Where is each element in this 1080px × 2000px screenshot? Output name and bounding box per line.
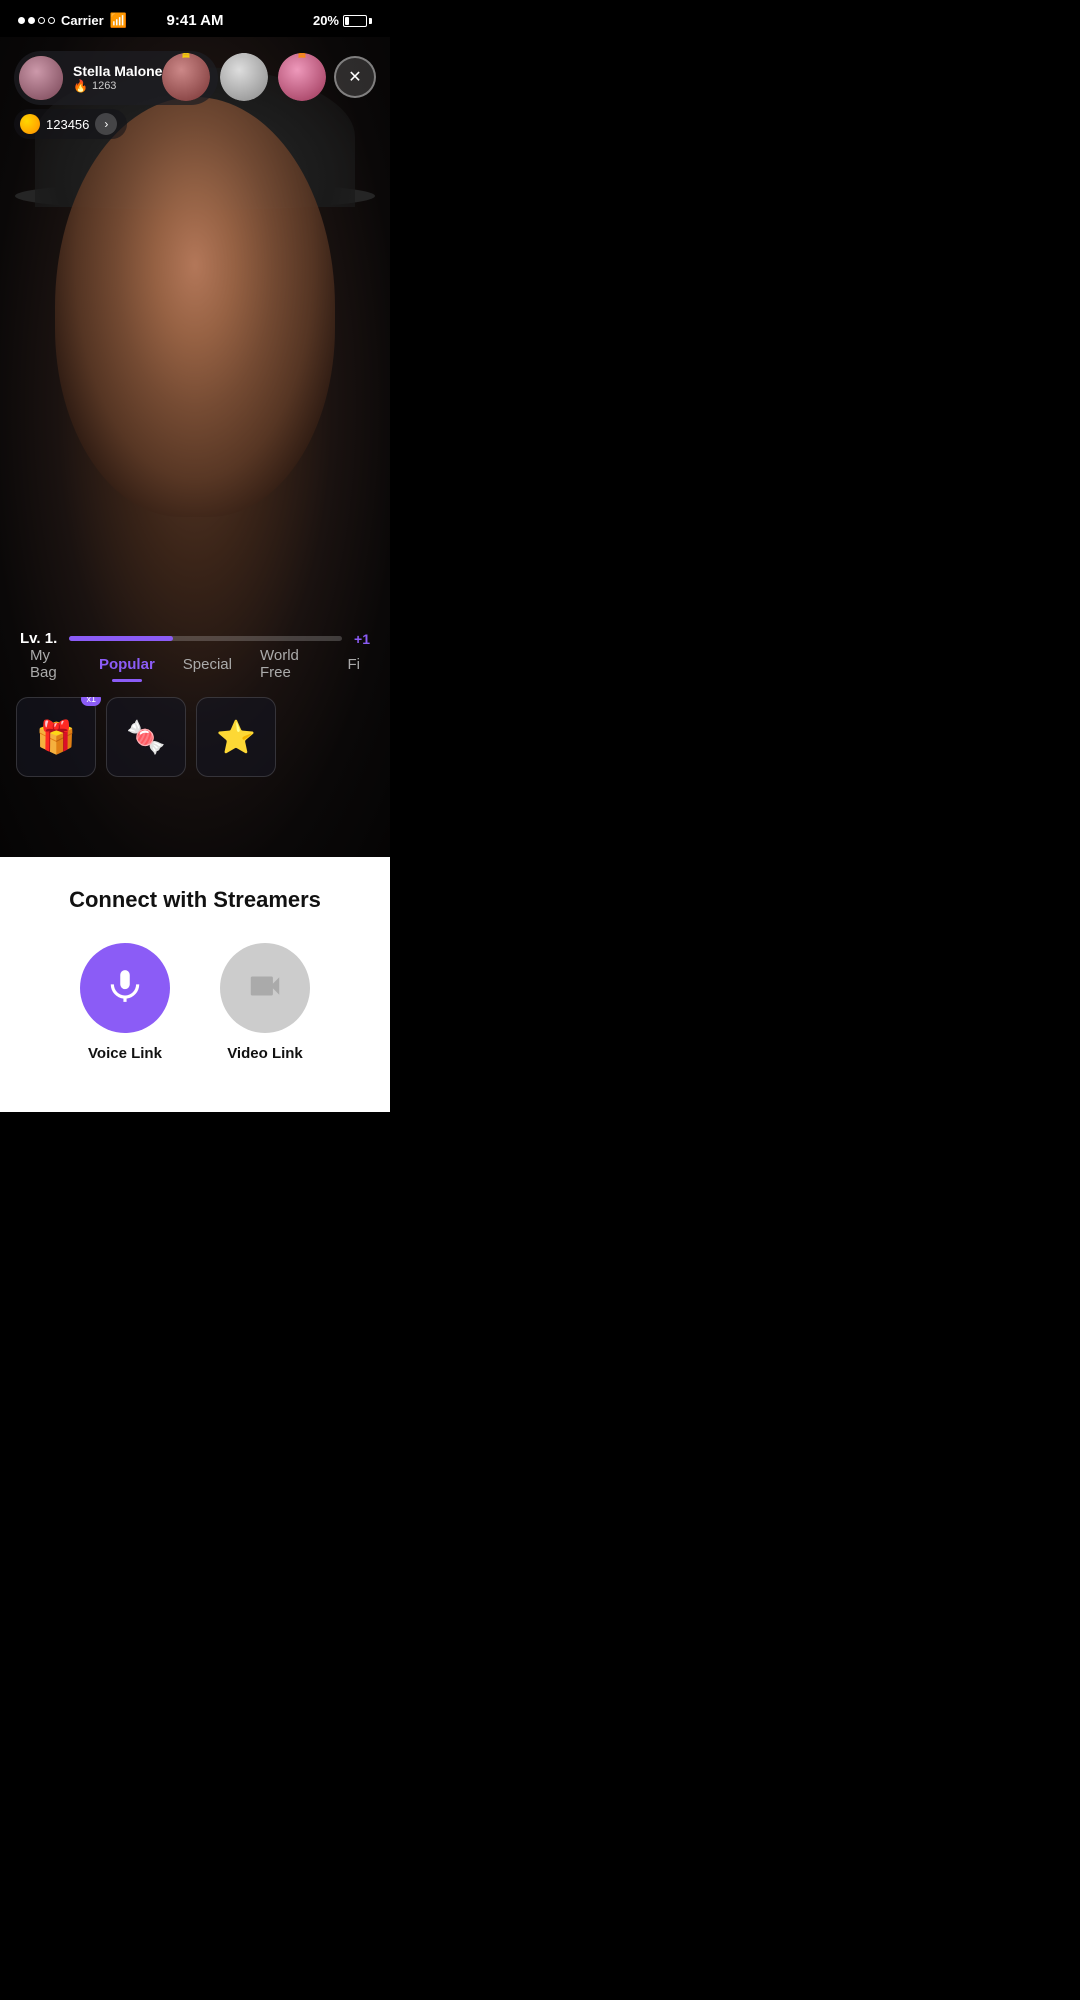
microphone-icon xyxy=(106,967,144,1010)
status-right: 20% xyxy=(313,13,372,28)
tab-popular[interactable]: Popular xyxy=(85,650,169,679)
signal-icon xyxy=(18,17,55,24)
gift-badge-1: x1 xyxy=(81,697,101,706)
tab-my-bag[interactable]: My Bag xyxy=(16,641,85,687)
tab-fi[interactable]: Fi xyxy=(334,650,375,679)
gift-item-2[interactable]: 🍬 xyxy=(106,697,186,777)
viewer-avatar-1[interactable]: ♛ xyxy=(160,51,212,103)
carrier-label: Carrier xyxy=(61,13,104,28)
connect-buttons: Voice Link Video Link xyxy=(20,933,370,1072)
fire-icon: 🔥 xyxy=(73,79,88,93)
coins-arrow-icon[interactable]: › xyxy=(95,113,117,135)
viewer-avatar-3[interactable]: ♛ xyxy=(276,51,328,103)
gift-items-row: 🎁 x1 🍬 ⭐ xyxy=(0,697,390,777)
gift-item-3[interactable]: ⭐ xyxy=(196,697,276,777)
coins-amount: 123456 xyxy=(46,117,89,132)
video-link-label: Video Link xyxy=(227,1045,303,1062)
crown-silver-icon: ♛ xyxy=(237,51,251,63)
gift-emoji-2: 🍬 xyxy=(126,718,166,756)
coins-display[interactable]: 123456 › xyxy=(14,109,127,139)
tab-special[interactable]: Special xyxy=(169,650,246,679)
status-left: Carrier 📶 xyxy=(18,12,127,29)
crown-bronze-icon: ♛ xyxy=(295,51,309,63)
tab-world-free[interactable]: World Free xyxy=(246,641,334,687)
viewer-avatar-2[interactable]: ♛ xyxy=(218,51,270,103)
connect-title: Connect with Streamers xyxy=(69,887,321,913)
bottom-section: Connect with Streamers Voice Link xyxy=(0,857,390,1112)
streamer-avatar xyxy=(19,56,63,100)
video-camera-icon xyxy=(246,967,284,1010)
streamer-info: Stella Malone 🔥 1263 xyxy=(73,63,162,93)
gift-item-1[interactable]: 🎁 x1 xyxy=(16,697,96,777)
voice-link-label: Voice Link xyxy=(88,1045,162,1062)
top-viewers: ♛ ♛ ♛ ✕ xyxy=(160,51,376,103)
battery-percent: 20% xyxy=(313,13,339,28)
wifi-icon: 📶 xyxy=(110,12,127,29)
crown-gold-icon: ♛ xyxy=(179,51,193,63)
gift-emoji-3: ⭐ xyxy=(216,718,256,756)
status-bar: Carrier 📶 9:41 AM 20% xyxy=(0,0,390,37)
voice-link-option[interactable]: Voice Link xyxy=(80,943,170,1062)
score-value: 1263 xyxy=(92,80,116,92)
video-link-button[interactable] xyxy=(220,943,310,1033)
close-button[interactable]: ✕ xyxy=(334,56,376,98)
streamer-name: Stella Malone xyxy=(73,63,162,79)
video-area: Stella Malone 🔥 1263 + 123456 › ♛ ♛ xyxy=(0,37,390,857)
streamer-score: 🔥 1263 xyxy=(73,79,162,93)
video-link-option[interactable]: Video Link xyxy=(220,943,310,1062)
voice-link-button[interactable] xyxy=(80,943,170,1033)
gift-emoji-1: 🎁 xyxy=(36,718,76,756)
coin-icon xyxy=(20,114,40,134)
gift-tabs: My Bag Popular Special World Free Fi xyxy=(0,641,390,687)
time-display: 9:41 AM xyxy=(167,12,224,29)
video-overlay: Stella Malone 🔥 1263 + 123456 › ♛ ♛ xyxy=(0,37,390,857)
battery-icon xyxy=(343,15,372,27)
